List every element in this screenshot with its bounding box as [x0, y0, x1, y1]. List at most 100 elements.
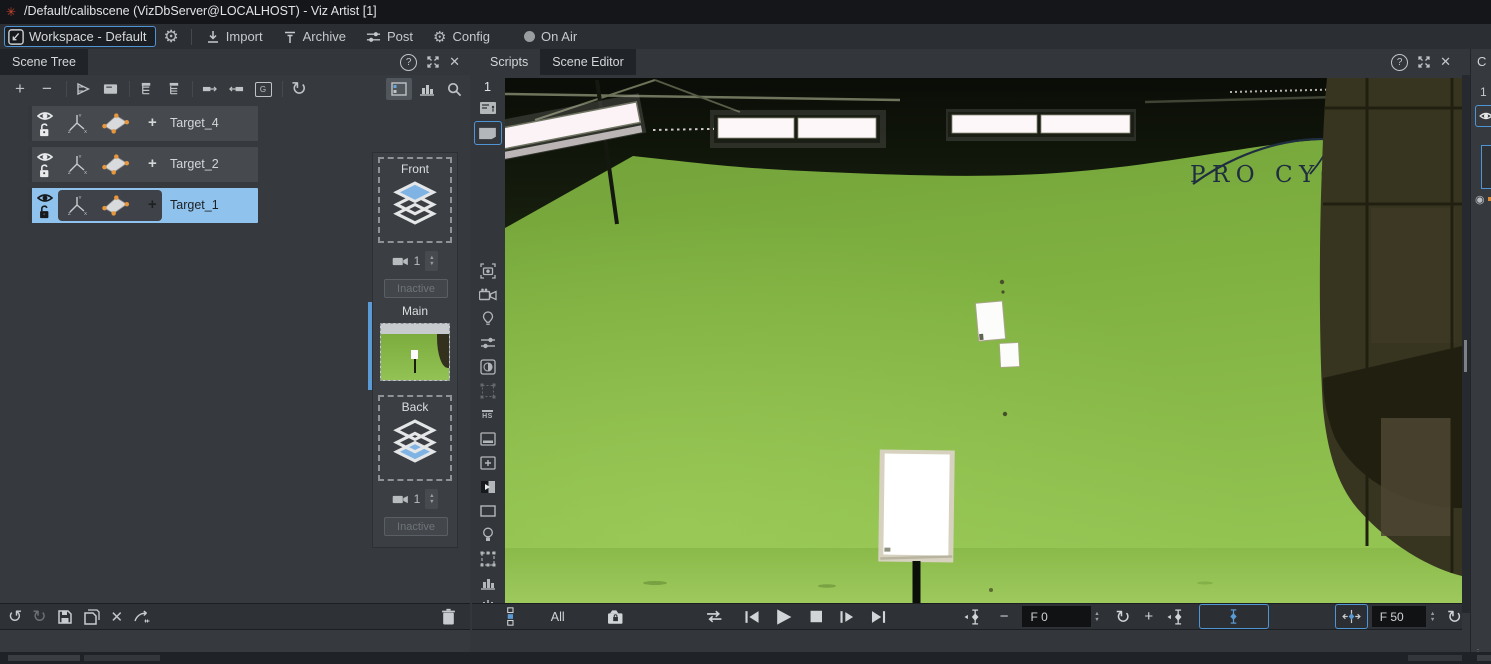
merge-in-button[interactable] — [224, 78, 248, 100]
remove-node-button[interactable]: − — [35, 78, 59, 100]
decrement-frame-button[interactable]: − — [1000, 609, 1009, 625]
transform-axis-icon[interactable] — [66, 112, 88, 134]
trash-button[interactable] — [441, 608, 456, 625]
keyframe-tween-button[interactable] — [1335, 604, 1368, 629]
stepper-down-icon[interactable]: ▼ — [1430, 617, 1435, 623]
node-label[interactable]: Target_4 — [170, 116, 219, 130]
lasso-select-button[interactable] — [476, 380, 500, 401]
stepper-down-icon[interactable]: ▼ — [429, 499, 434, 505]
unlock-icon[interactable] — [37, 123, 51, 137]
visibility-eye-icon[interactable] — [37, 151, 53, 163]
on-air-button[interactable]: On Air — [514, 24, 587, 49]
selection-box-partial[interactable] — [1481, 145, 1491, 189]
contrast-button[interactable] — [476, 356, 500, 377]
import-menu-item[interactable]: Import — [196, 24, 273, 49]
workspace-button[interactable]: Workspace - Default — [4, 26, 156, 47]
frame-end-field[interactable]: F 50 — [1372, 606, 1427, 627]
script-branch-button[interactable] — [133, 610, 151, 624]
expand-tree-button[interactable] — [134, 78, 158, 100]
stepper-down-icon[interactable]: ▼ — [429, 261, 434, 267]
frame-start-stepper[interactable]: ▲▼ — [1091, 606, 1104, 627]
scroll-segment[interactable] — [84, 655, 160, 661]
unlock-icon[interactable] — [37, 164, 51, 178]
adjust-sliders-button[interactable] — [476, 332, 500, 353]
node-label[interactable]: Target_2 — [170, 157, 219, 171]
skip-to-start-button[interactable] — [744, 610, 760, 624]
notes-button[interactable] — [98, 78, 122, 100]
node-label[interactable]: Target_1 — [170, 198, 219, 212]
unlock-icon[interactable] — [37, 205, 51, 219]
expand-panel-icon[interactable] — [426, 55, 440, 69]
collapse-tree-button[interactable] — [161, 78, 185, 100]
reset-start-button[interactable]: ↻ — [1115, 609, 1130, 625]
preview-screen-button[interactable] — [474, 121, 502, 145]
back-layer-dropzone[interactable]: Back — [378, 395, 452, 481]
bounding-rect-button[interactable] — [476, 500, 500, 521]
close-panel-icon[interactable]: ✕ — [1440, 54, 1451, 70]
monitor-button[interactable] — [476, 428, 500, 449]
scroll-segment[interactable] — [1408, 655, 1462, 661]
front-camera-stepper[interactable]: ▲▼ — [425, 251, 438, 271]
close-panel-icon[interactable]: ✕ — [449, 54, 460, 70]
back-camera-stepper[interactable]: ▲▼ — [425, 489, 438, 509]
expand-node-plus[interactable]: + — [148, 196, 157, 213]
tree-node-target2[interactable]: + Target_2 — [28, 147, 258, 182]
camera-lock-button[interactable] — [607, 608, 624, 625]
help-icon[interactable]: ? — [400, 54, 417, 71]
performance-bars-button[interactable] — [415, 78, 439, 100]
camera-capture-button[interactable] — [476, 260, 500, 281]
video-camera-button[interactable] — [476, 284, 500, 305]
config-menu-item[interactable]: ⚙ Config — [423, 24, 500, 49]
scene-info-button[interactable] — [476, 97, 500, 118]
light-pin-button[interactable] — [476, 308, 500, 329]
tab-scene-tree[interactable]: Scene Tree — [0, 49, 88, 75]
tree-view-toggle-button[interactable] — [386, 78, 412, 100]
tree-node-target4[interactable]: + Target_4 — [28, 106, 258, 141]
undo-button[interactable]: ↺ — [8, 609, 22, 625]
keyframe-left-button[interactable] — [964, 609, 981, 625]
back-layer-state-button[interactable]: Inactive — [384, 517, 448, 536]
geometry-plane-icon[interactable] — [100, 113, 130, 134]
skip-to-end-button[interactable] — [871, 610, 887, 624]
back-camera-value[interactable]: 1 — [414, 492, 421, 506]
scroll-segment[interactable] — [8, 655, 80, 661]
save-as-button[interactable] — [83, 608, 101, 625]
row-grip[interactable] — [28, 147, 32, 182]
stepper-down-icon[interactable]: ▼ — [1094, 617, 1099, 623]
front-layer-dropzone[interactable]: Front — [378, 157, 452, 243]
expand-node-plus[interactable]: + — [148, 155, 157, 172]
scrollbar-thumb[interactable] — [1464, 340, 1467, 372]
eye-toggle-button[interactable] — [1475, 105, 1491, 127]
help-icon[interactable]: ? — [1391, 54, 1408, 71]
refresh-tree-button[interactable]: ↻ — [287, 78, 311, 100]
row-grip[interactable] — [28, 106, 32, 141]
scroll-segment[interactable] — [1477, 655, 1491, 661]
play-button[interactable] — [775, 608, 792, 626]
main-layer-thumbnail[interactable] — [380, 323, 450, 381]
tab-scene-editor[interactable]: Scene Editor — [540, 49, 636, 75]
keyframe-right-button[interactable] — [1167, 609, 1184, 625]
hs-mode-button[interactable]: HS — [476, 404, 500, 425]
scene-viewport[interactable]: PRO CYC — [505, 78, 1462, 613]
add-box-button[interactable] — [476, 452, 500, 473]
frame-end-stepper[interactable]: ▲▼ — [1426, 606, 1439, 627]
frame-start-field[interactable]: F 0 — [1022, 606, 1090, 627]
geometry-plane-icon[interactable] — [100, 154, 130, 175]
visibility-eye-icon[interactable] — [37, 110, 53, 122]
workspace-gear-icon[interactable]: ⚙ — [156, 27, 187, 47]
post-menu-item[interactable]: Post — [356, 24, 423, 49]
archive-menu-item[interactable]: Archive — [273, 24, 356, 49]
play-box-button[interactable] — [476, 476, 500, 497]
viewport-scrollbar[interactable] — [1462, 75, 1470, 613]
front-camera-value[interactable]: 1 — [414, 254, 421, 268]
redo-button[interactable]: ↻ — [32, 609, 46, 625]
add-node-button[interactable]: + — [8, 78, 32, 100]
visibility-eye-icon[interactable] — [37, 192, 53, 204]
loop-button[interactable] — [705, 609, 723, 624]
increment-frame-button[interactable]: + — [1144, 609, 1153, 625]
stop-button[interactable] — [809, 609, 824, 624]
layout-squares-toggle[interactable] — [506, 607, 515, 626]
set-keyframe-button[interactable] — [1199, 604, 1269, 629]
add-group-button[interactable]: G — [251, 78, 275, 100]
tab-scripts[interactable]: Scripts — [478, 49, 540, 75]
